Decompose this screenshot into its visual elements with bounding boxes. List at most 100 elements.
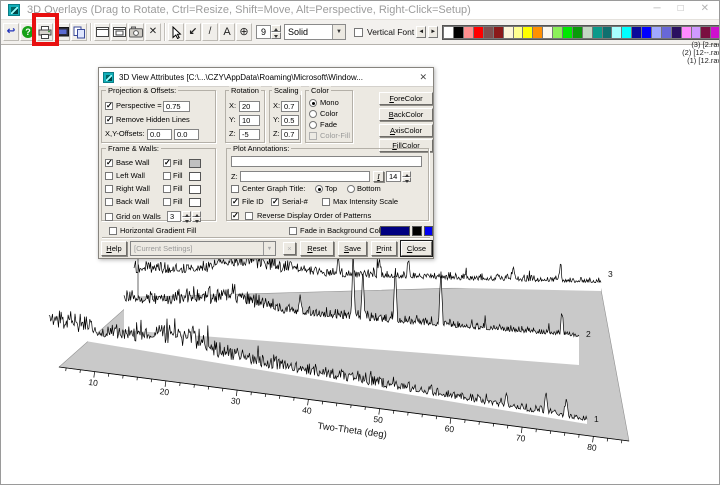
- return-button[interactable]: ↩: [3, 23, 19, 41]
- text-tool-button[interactable]: A: [219, 23, 235, 41]
- rotation-x-field[interactable]: 20: [239, 101, 260, 112]
- font-size-field[interactable]: 14: [386, 171, 401, 182]
- crosshair-tool-button[interactable]: ⊕: [236, 23, 252, 41]
- palette-color-15[interactable]: [593, 27, 602, 38]
- fade-color-swatch-2[interactable]: [412, 226, 422, 236]
- palette-color-2[interactable]: [464, 27, 473, 38]
- right-wall-fill-swatch[interactable]: [189, 185, 201, 194]
- font-size-spinner-dialog[interactable]: [402, 171, 411, 182]
- perspective-checkbox[interactable]: [105, 102, 113, 110]
- left-wall-checkbox[interactable]: [105, 172, 113, 180]
- right-wall-fill-checkbox[interactable]: [163, 185, 171, 193]
- font-size-spinner[interactable]: [271, 25, 281, 39]
- palette-color-1[interactable]: [454, 27, 463, 38]
- color-radio[interactable]: [309, 110, 317, 118]
- minimize-icon[interactable]: ─: [653, 3, 660, 14]
- palette-color-12[interactable]: [563, 27, 572, 38]
- palette-next-button[interactable]: ►: [428, 26, 438, 38]
- fade-background-checkbox[interactable]: [289, 227, 297, 235]
- palette-color-21[interactable]: [652, 27, 661, 38]
- offset-x-field[interactable]: 0.0: [147, 129, 172, 140]
- maximize-icon[interactable]: □: [678, 3, 684, 14]
- palette-color-8[interactable]: [523, 27, 532, 38]
- annotation-title-input[interactable]: [231, 156, 422, 167]
- serial-checkbox[interactable]: [271, 198, 279, 206]
- horizontal-gradient-checkbox[interactable]: [109, 227, 117, 235]
- palette-prev-button[interactable]: ◄: [416, 26, 426, 38]
- right-wall-checkbox[interactable]: [105, 185, 113, 193]
- palette-color-27[interactable]: [711, 27, 720, 38]
- palette-color-6[interactable]: [504, 27, 513, 38]
- rotation-y-field[interactable]: 10: [239, 115, 260, 126]
- remove-hidden-checkbox[interactable]: [105, 116, 113, 124]
- back-wall-fill-checkbox[interactable]: [163, 198, 171, 206]
- base-wall-fill-swatch[interactable]: [189, 159, 201, 168]
- left-wall-fill-checkbox[interactable]: [163, 172, 171, 180]
- scaling-y-field[interactable]: 0.5: [281, 115, 299, 126]
- palette-color-13[interactable]: [573, 27, 582, 38]
- palette-color-20[interactable]: [642, 27, 651, 38]
- vertical-font-checkbox[interactable]: [354, 28, 363, 37]
- line-style-select[interactable]: Solid ▼: [284, 24, 346, 40]
- scaling-z-field[interactable]: 0.7: [281, 129, 299, 140]
- reset-button[interactable]: Reset: [300, 241, 334, 256]
- palette-color-0[interactable]: [444, 27, 453, 38]
- base-wall-fill-checkbox[interactable]: [163, 159, 171, 167]
- file-id-checkbox[interactable]: [231, 198, 239, 206]
- grid-on-walls-checkbox[interactable]: [105, 213, 113, 221]
- palette-color-17[interactable]: [612, 27, 621, 38]
- palette-color-3[interactable]: [474, 27, 483, 38]
- rotation-z-field[interactable]: -5: [239, 129, 260, 140]
- close-button[interactable]: Close: [401, 241, 432, 256]
- palette-color-5[interactable]: [494, 27, 503, 38]
- palette-color-7[interactable]: [514, 27, 523, 38]
- axiscolor-button[interactable]: AxisColor: [379, 124, 433, 137]
- grid-count-spinner[interactable]: [182, 211, 191, 222]
- delete-button[interactable]: ✕: [145, 23, 161, 41]
- offset-y-field[interactable]: 0.0: [174, 129, 199, 140]
- palette-color-9[interactable]: [533, 27, 542, 38]
- grid-count-field[interactable]: 3: [167, 211, 181, 222]
- base-wall-checkbox[interactable]: [105, 159, 113, 167]
- help-button-dialog[interactable]: Help: [101, 241, 127, 256]
- scaling-x-field[interactable]: 0.7: [281, 101, 299, 112]
- close-icon[interactable]: ✕: [701, 3, 709, 14]
- palette-color-10[interactable]: [543, 27, 552, 38]
- palette-color-26[interactable]: [701, 27, 710, 38]
- back-wall-checkbox[interactable]: [105, 198, 113, 206]
- left-wall-fill-swatch[interactable]: [189, 172, 201, 181]
- font-size-input[interactable]: 9: [256, 25, 271, 39]
- snapshot-button[interactable]: [128, 23, 144, 41]
- max-intensity-checkbox[interactable]: [322, 198, 330, 206]
- window-layout-button[interactable]: [94, 23, 110, 41]
- grid-count-spinner-2[interactable]: [192, 211, 201, 222]
- reverse-order-checkbox-2[interactable]: [245, 212, 253, 220]
- palette-color-24[interactable]: [682, 27, 691, 38]
- reverse-order-checkbox[interactable]: [231, 212, 239, 220]
- perspective-field[interactable]: 0.75: [163, 101, 190, 112]
- fade-color-swatch-1[interactable]: [380, 226, 410, 236]
- center-title-checkbox[interactable]: [231, 185, 239, 193]
- copy-button[interactable]: [71, 23, 87, 41]
- palette-color-4[interactable]: [484, 27, 493, 38]
- save-button[interactable]: Save: [338, 241, 367, 256]
- palette-color-16[interactable]: [603, 27, 612, 38]
- fade-radio[interactable]: [309, 121, 317, 129]
- palette-color-23[interactable]: [672, 27, 681, 38]
- palette-color-19[interactable]: [632, 27, 641, 38]
- pointer-tool-button[interactable]: [168, 23, 184, 41]
- top-radio[interactable]: [315, 185, 323, 193]
- backcolor-button[interactable]: BackColor: [379, 108, 433, 121]
- back-wall-fill-swatch[interactable]: [189, 198, 201, 207]
- forecolor-button[interactable]: ForeColor: [379, 92, 433, 105]
- settings-preset-select[interactable]: [Current Settings] ▼: [130, 241, 276, 256]
- palette-color-18[interactable]: [622, 27, 631, 38]
- palette-color-11[interactable]: [553, 27, 562, 38]
- mono-radio[interactable]: [309, 99, 317, 107]
- palette-color-25[interactable]: [692, 27, 701, 38]
- bottom-radio[interactable]: [347, 185, 355, 193]
- framed-window-button[interactable]: [111, 23, 127, 41]
- dialog-close-icon[interactable]: ✕: [419, 72, 427, 83]
- palette-color-14[interactable]: [583, 27, 592, 38]
- print-button-dialog[interactable]: Print: [371, 241, 397, 256]
